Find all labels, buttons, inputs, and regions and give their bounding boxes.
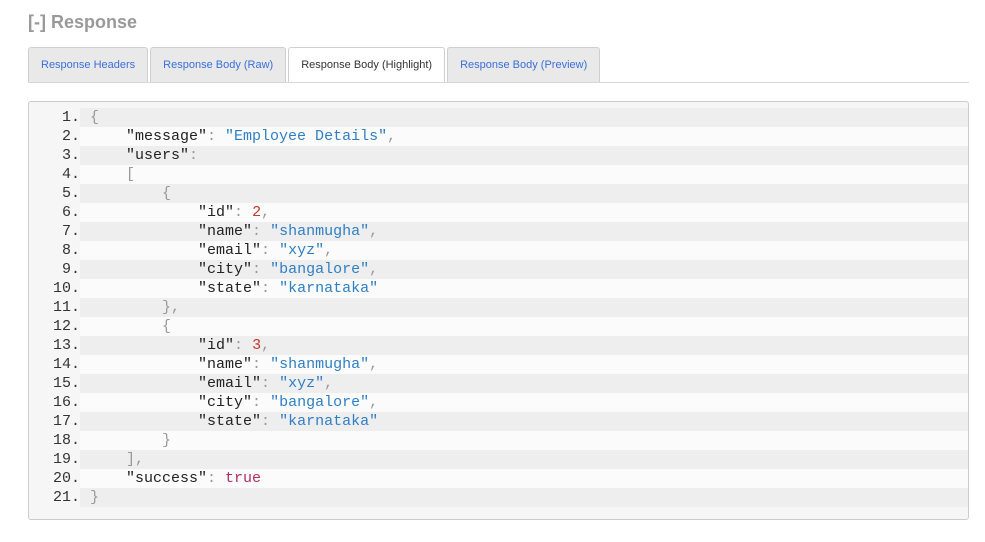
- json-key: "name": [198, 356, 253, 373]
- json-key: "success": [126, 470, 208, 487]
- code-line: 11. },: [29, 298, 968, 317]
- json-string: "shanmugha": [270, 356, 370, 373]
- collapse-toggle[interactable]: [-]: [28, 12, 46, 32]
- json-number: 2: [252, 204, 262, 221]
- code-line: 16. "city": "bangalore",: [29, 393, 968, 412]
- line-number: 5.: [61, 185, 80, 202]
- json-string: "shanmugha": [270, 223, 370, 240]
- response-section-title: [-] Response: [28, 12, 137, 33]
- code-lines: 1.{ 2. "message": "Employee Details", 3.…: [29, 108, 968, 507]
- line-number: 3.: [61, 147, 80, 164]
- code-line: 1.{: [29, 108, 968, 127]
- code-line: 5. {: [29, 184, 968, 203]
- code-line: 20. "success": true: [29, 469, 968, 488]
- tab-response-body-preview[interactable]: Response Body (Preview): [447, 47, 601, 82]
- json-boolean: true: [225, 470, 262, 487]
- line-number: 7.: [61, 223, 80, 240]
- code-line: 21.}: [29, 488, 968, 507]
- tab-divider: [28, 82, 969, 83]
- json-key: "id": [198, 204, 235, 221]
- code-line: 6. "id": 2,: [29, 203, 968, 222]
- json-string: "bangalore": [270, 394, 370, 411]
- line-number: 4.: [61, 166, 80, 183]
- response-tabs: Response Headers Response Body (Raw) Res…: [28, 47, 601, 83]
- code-line: 7. "name": "shanmugha",: [29, 222, 968, 241]
- line-number: 8.: [61, 242, 80, 259]
- json-number: 3: [252, 337, 262, 354]
- json-key: "email": [198, 242, 262, 259]
- code-line: 12. {: [29, 317, 968, 336]
- json-string: "karnataka": [279, 413, 379, 430]
- json-key: "city": [198, 394, 253, 411]
- json-key: "users": [126, 147, 190, 164]
- code-line: 2. "message": "Employee Details",: [29, 127, 968, 146]
- line-number: 19.: [52, 451, 80, 468]
- tab-response-body-raw[interactable]: Response Body (Raw): [150, 47, 287, 82]
- line-number: 15.: [52, 375, 80, 392]
- line-number: 16.: [52, 394, 80, 411]
- code-line: 18. }: [29, 431, 968, 450]
- line-number: 14.: [52, 356, 80, 373]
- line-number: 20.: [52, 470, 80, 487]
- line-number: 13.: [52, 337, 80, 354]
- json-string: "xyz": [279, 375, 325, 392]
- json-key: "state": [198, 413, 262, 430]
- json-string: "karnataka": [279, 280, 379, 297]
- line-number: 9.: [61, 261, 80, 278]
- json-key: "email": [198, 375, 262, 392]
- code-line: 9. "city": "bangalore",: [29, 260, 968, 279]
- code-line: 14. "name": "shanmugha",: [29, 355, 968, 374]
- line-number: 10.: [52, 280, 80, 297]
- tab-response-headers[interactable]: Response Headers: [28, 47, 149, 82]
- line-number: 6.: [61, 204, 80, 221]
- code-line: 10. "state": "karnataka": [29, 279, 968, 298]
- line-number: 2.: [61, 128, 80, 145]
- json-key: "state": [198, 280, 262, 297]
- code-line: 15. "email": "xyz",: [29, 374, 968, 393]
- response-body-code[interactable]: 1.{ 2. "message": "Employee Details", 3.…: [28, 101, 969, 520]
- line-number: 21.: [52, 489, 80, 506]
- json-key: "message": [126, 128, 208, 145]
- code-line: 4. [: [29, 165, 968, 184]
- line-number: 1.: [61, 109, 80, 126]
- line-number: 17.: [52, 413, 80, 430]
- json-key: "name": [198, 223, 253, 240]
- json-key: "city": [198, 261, 253, 278]
- line-number: 12.: [52, 318, 80, 335]
- tab-response-body-highlight[interactable]: Response Body (Highlight): [288, 47, 446, 83]
- code-line: 19. ],: [29, 450, 968, 469]
- json-string: "bangalore": [270, 261, 370, 278]
- json-string: "xyz": [279, 242, 325, 259]
- json-string: "Employee Details": [225, 128, 388, 145]
- response-title-text: Response: [51, 12, 138, 32]
- code-line: 17. "state": "karnataka": [29, 412, 968, 431]
- code-line: 13. "id": 3,: [29, 336, 968, 355]
- line-number: 11.: [52, 299, 80, 316]
- json-key: "id": [198, 337, 235, 354]
- code-line: 8. "email": "xyz",: [29, 241, 968, 260]
- code-line: 3. "users":: [29, 146, 968, 165]
- line-number: 18.: [52, 432, 80, 449]
